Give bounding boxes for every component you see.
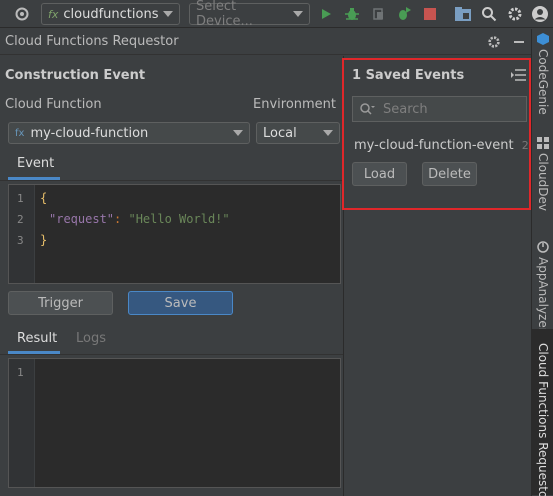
clouddev-icon	[537, 137, 549, 149]
main-toolbar: fx cloudfunctions Select Device...	[0, 0, 553, 29]
construction-panel: Construction Event Cloud Function Enviro…	[0, 56, 343, 496]
side-tab-label: CloudDev	[536, 153, 550, 212]
saved-event-name: my-cloud-function-event	[354, 138, 514, 153]
target-gear-icon[interactable]	[12, 4, 32, 24]
device-select-placeholder: Select Device...	[196, 0, 253, 29]
environment-select[interactable]: Local	[256, 122, 340, 144]
attach-icon[interactable]	[368, 4, 388, 24]
search-icon[interactable]	[479, 4, 499, 24]
side-tab-codegenie[interactable]: CodeGenie	[532, 33, 553, 121]
side-tab-label: Cloud Functions Requestor	[536, 343, 550, 496]
cloud-function-label: Cloud Function	[5, 97, 102, 112]
trigger-button[interactable]: Trigger	[8, 291, 113, 315]
debug-icon[interactable]	[342, 4, 362, 24]
tab-divider	[0, 180, 343, 181]
settings-icon[interactable]	[505, 4, 525, 24]
chevron-down-icon	[233, 130, 243, 136]
appanalyzer-icon	[537, 241, 549, 253]
search-input[interactable]: Search	[352, 96, 527, 122]
cloud-function-value: my-cloud-function	[30, 125, 149, 141]
line-number: 1	[17, 366, 24, 379]
account-icon[interactable]	[530, 4, 550, 24]
module-select-value: cloudfunctions	[63, 6, 159, 22]
side-tab-clouddev[interactable]: CloudDev	[532, 137, 553, 235]
tab-logs[interactable]: Logs	[76, 331, 106, 346]
minimize-icon[interactable]	[509, 32, 529, 52]
side-tab-label: AppAnalyzer	[536, 257, 550, 333]
run-icon[interactable]	[316, 4, 336, 24]
code-key: "request"	[49, 212, 115, 226]
event-editor[interactable]: 1 2 3 { "request": "Hello World!" }	[8, 184, 341, 284]
result-viewer[interactable]: 1	[8, 358, 341, 488]
saved-events-heading: 1 Saved Events	[352, 68, 465, 83]
fx-icon: fx	[15, 127, 25, 139]
code-open-brace: {	[40, 191, 48, 205]
code-value: "Hello World!"	[128, 212, 230, 226]
line-number: 3	[17, 234, 24, 247]
codegenie-icon	[537, 33, 549, 45]
code-close-brace: }	[40, 233, 48, 247]
cloud-function-select[interactable]: fx my-cloud-function	[8, 122, 250, 144]
save-button[interactable]: Save	[128, 291, 233, 315]
load-button[interactable]: Load	[352, 162, 407, 186]
tab-event[interactable]: Event	[17, 156, 54, 171]
chevron-down-icon	[163, 11, 173, 17]
right-tool-strip: CodeGenie CloudDev AppAnalyzer Cloud Fun…	[531, 29, 553, 496]
device-select[interactable]: Select Device...	[189, 0, 310, 29]
stop-icon[interactable]	[420, 4, 440, 24]
line-number: 2	[17, 213, 24, 226]
module-select[interactable]: fx cloudfunctions	[41, 3, 180, 25]
saved-events-panel: 1 Saved Events Search my-cloud-function-…	[342, 58, 531, 210]
search-icon	[359, 102, 375, 116]
code-colon: :	[114, 212, 129, 226]
chevron-down-icon	[323, 130, 333, 136]
fx-icon: fx	[48, 7, 59, 21]
environment-label: Environment	[253, 97, 337, 112]
profile-icon[interactable]	[394, 4, 414, 24]
side-tab-cloud-functions-requestor[interactable]: Cloud Functions Requestor	[532, 329, 553, 496]
chevron-down-icon	[293, 11, 303, 17]
search-placeholder: Search	[383, 101, 428, 117]
tool-window-title: Cloud Functions Requestor	[5, 34, 179, 49]
environment-value: Local	[263, 125, 297, 141]
list-icon[interactable]	[511, 68, 527, 82]
tool-window-header: Cloud Functions Requestor	[0, 29, 531, 55]
saved-event-item[interactable]: my-cloud-function-event 2024	[354, 138, 529, 156]
tab-result[interactable]: Result	[17, 331, 57, 346]
construction-heading: Construction Event	[5, 68, 146, 83]
gear-icon[interactable]	[484, 32, 504, 52]
side-tab-label: CodeGenie	[536, 49, 550, 115]
project-structure-icon[interactable]	[453, 4, 473, 24]
line-number: 1	[17, 192, 24, 205]
delete-button[interactable]: Delete	[422, 162, 477, 186]
tab-divider	[0, 354, 343, 355]
saved-event-date: 2024	[521, 139, 529, 152]
code-line-request: "request": "Hello World!"	[49, 212, 230, 226]
